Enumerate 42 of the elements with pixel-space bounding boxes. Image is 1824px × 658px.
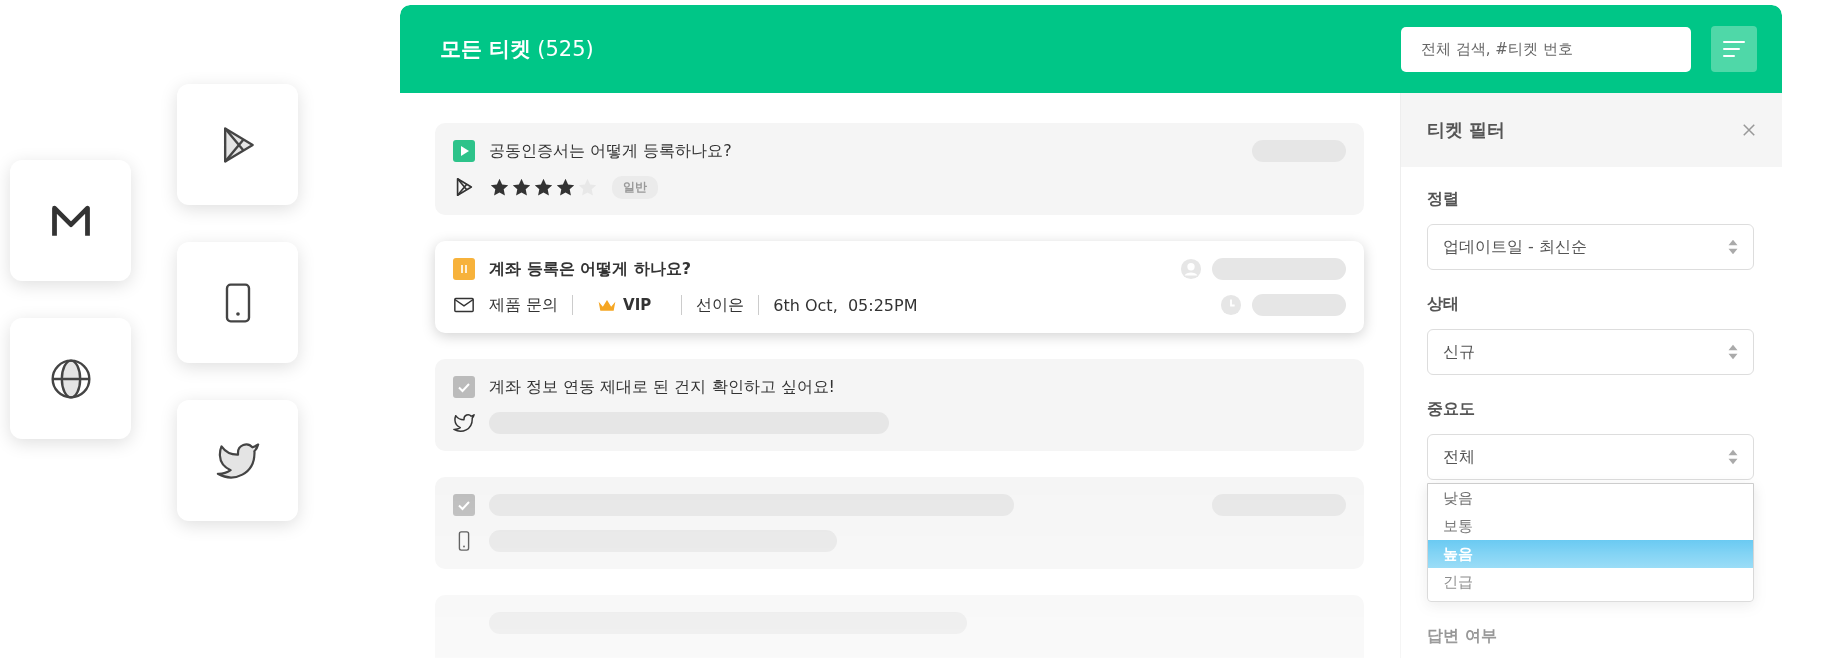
up-down-arrows-icon <box>1727 448 1739 466</box>
star-icon <box>489 176 510 198</box>
dropdown-option[interactable]: 보통 <box>1428 512 1753 540</box>
ticket-title: 공동인증서는 어떻게 등록하나요? <box>489 140 732 162</box>
pause-status-icon <box>453 258 475 280</box>
ticket-card[interactable] <box>435 477 1364 569</box>
ticket-category: 제품 문의 <box>489 294 559 316</box>
ticket-count: (525) <box>537 37 594 61</box>
check-status-icon <box>453 376 475 398</box>
ticket-title: 계좌 등록은 어떻게 하나요? <box>489 258 691 280</box>
ticket-card[interactable]: 계좌 정보 연동 제대로 된 건지 확인하고 싶어요! <box>435 359 1364 451</box>
select-field[interactable]: 신규 <box>1427 329 1754 375</box>
menu-button[interactable] <box>1711 26 1757 72</box>
filter-title: 티켓 필터 <box>1427 118 1506 142</box>
bird-icon <box>453 412 475 434</box>
dropdown-option[interactable]: 낮음 <box>1428 484 1753 512</box>
star-icon <box>511 176 532 198</box>
filter-label: 정렬 <box>1427 189 1460 210</box>
star-icon <box>533 176 554 198</box>
clock-icon <box>1220 294 1242 316</box>
check-status-icon <box>453 494 475 516</box>
filter-label: 중요도 <box>1427 399 1476 420</box>
play-status-icon <box>453 140 475 162</box>
filter-label: 답변 여부 <box>1427 626 1498 647</box>
close-icon[interactable] <box>1740 121 1758 139</box>
select-field[interactable]: 업데이트일 - 최신순 <box>1427 224 1754 270</box>
user-avatar-icon <box>1180 258 1202 280</box>
up-down-arrows-icon <box>1727 238 1739 256</box>
assignee-name: 선이은 <box>696 294 745 316</box>
select-field[interactable]: 전체 <box>1427 434 1754 480</box>
vip-label: VIP <box>623 296 652 314</box>
ticket-title: 계좌 정보 연동 제대로 된 건지 확인하고 싶어요! <box>489 376 835 398</box>
tag-label: 일반 <box>612 175 658 199</box>
ticket-card[interactable]: 계좌 등록은 어떻게 하나요? 제품 문의 VIP 선이은 6th Oct, 05:25PM <box>435 241 1364 333</box>
star-icon <box>555 176 576 198</box>
ticket-card[interactable]: 공동인증서는 어떻게 등록하나요? 일반 <box>435 123 1364 215</box>
crown-icon <box>597 298 618 312</box>
search-field[interactable]: 전체 검색, #티켓 번호 <box>1401 26 1691 72</box>
up-down-arrows-icon <box>1727 343 1739 361</box>
page-title: 모든 티켓 <box>440 36 532 63</box>
filter-label: 상태 <box>1427 294 1460 315</box>
ticket-date: 6th Oct, 05:25PM <box>773 295 918 315</box>
